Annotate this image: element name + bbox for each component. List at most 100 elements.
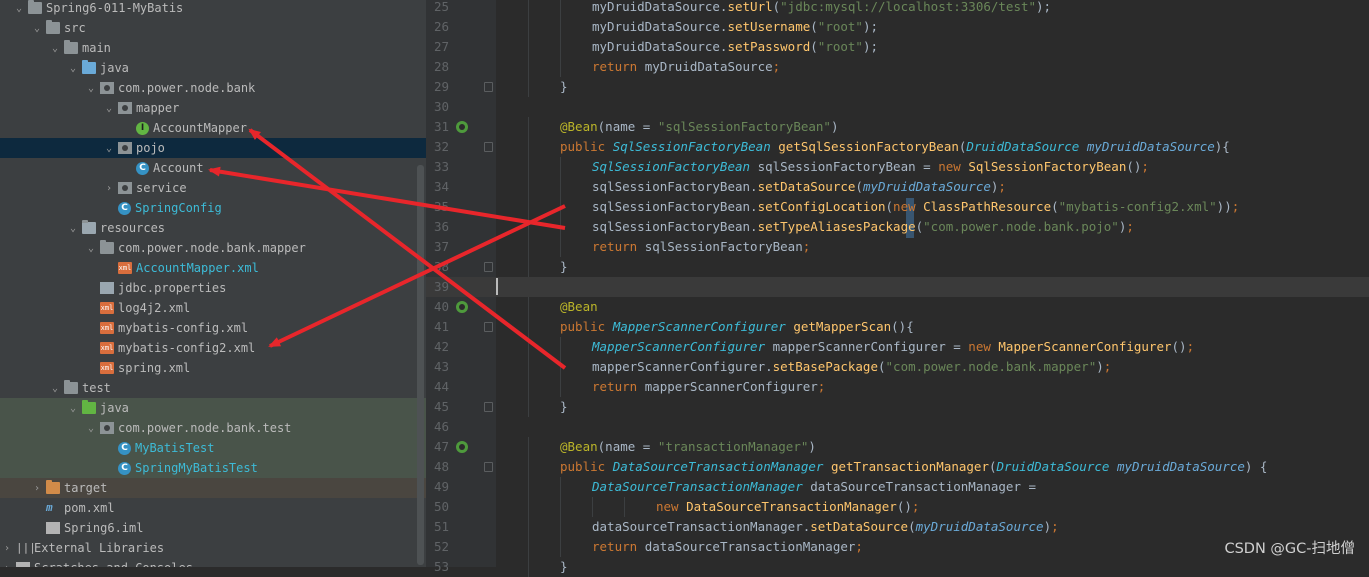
code-line[interactable]: 50 new DataSourceTransactionManager(); bbox=[426, 497, 1369, 517]
code-editor[interactable]: 25 myDruidDataSource.setUrl("jdbc:mysql:/… bbox=[426, 0, 1369, 577]
code-line[interactable]: 34 sqlSessionFactoryBean.setDataSource(my… bbox=[426, 177, 1369, 197]
chevron-icon[interactable]: ⌄ bbox=[84, 83, 98, 94]
spring-bean-icon[interactable] bbox=[456, 121, 468, 133]
fold-marker-icon[interactable] bbox=[484, 462, 493, 472]
code-line[interactable]: 31 @Bean(name = "sqlSessionFactoryBean") bbox=[426, 117, 1369, 137]
tree-item-label: Account bbox=[153, 161, 204, 175]
tree-item[interactable]: ⌄ main bbox=[0, 38, 426, 58]
code-text: } bbox=[560, 397, 568, 417]
code-line[interactable]: 37 return sqlSessionFactoryBean; bbox=[426, 237, 1369, 257]
code-token: } bbox=[560, 259, 568, 274]
tree-item[interactable]: ⌄ resources bbox=[0, 218, 426, 238]
chevron-icon[interactable]: ⌄ bbox=[48, 383, 62, 394]
code-text: } bbox=[560, 77, 568, 97]
tree-item[interactable]: ⌄ com.power.node.bank.mapper bbox=[0, 238, 426, 258]
tree-item[interactable]: ⌄ java bbox=[0, 58, 426, 78]
tree-item[interactable]: ⌄ Spring6-011-MyBatis bbox=[0, 0, 426, 18]
tree-item[interactable]: ⌄ com.power.node.bank.test bbox=[0, 418, 426, 438]
code-line[interactable]: 42 MapperScannerConfigurer mapperScannerC… bbox=[426, 337, 1369, 357]
tree-item[interactable]: › ||| External Libraries bbox=[0, 538, 426, 558]
code-line[interactable]: 26 myDruidDataSource.setUsername("root"); bbox=[426, 17, 1369, 37]
fold-marker-icon[interactable] bbox=[484, 322, 493, 332]
code-line[interactable]: 41 public MapperScannerConfigurer getMapp… bbox=[426, 317, 1369, 337]
tree-item[interactable]: xml AccountMapper.xml bbox=[0, 258, 426, 278]
chevron-icon[interactable]: ⌄ bbox=[102, 103, 116, 114]
code-line[interactable]: 30 bbox=[426, 97, 1369, 117]
tree-item[interactable]: ⌄ com.power.node.bank bbox=[0, 78, 426, 98]
fold-marker-icon[interactable] bbox=[484, 142, 493, 152]
fold-marker-icon[interactable] bbox=[484, 402, 493, 412]
tree-item[interactable]: ⌄ pojo bbox=[0, 138, 426, 158]
indent-guide bbox=[528, 37, 529, 57]
tree-item[interactable]: I AccountMapper bbox=[0, 118, 426, 138]
code-line[interactable]: 43 mapperScannerConfigurer.setBasePackage… bbox=[426, 357, 1369, 377]
code-line[interactable]: 39 bbox=[426, 277, 1369, 297]
tree-item[interactable]: C SpringMyBatisTest bbox=[0, 458, 426, 478]
code-line[interactable]: 28 return myDruidDataSource; bbox=[426, 57, 1369, 77]
tree-item[interactable]: jdbc.properties bbox=[0, 278, 426, 298]
code-text: myDruidDataSource.setUsername("root"); bbox=[592, 17, 878, 37]
code-token: public bbox=[560, 319, 613, 334]
code-line[interactable]: 40 @Bean bbox=[426, 297, 1369, 317]
code-line[interactable]: 47 @Bean(name = "transactionManager") bbox=[426, 437, 1369, 457]
code-line[interactable]: 44 return mapperScannerConfigurer; bbox=[426, 377, 1369, 397]
tree-item[interactable]: › target bbox=[0, 478, 426, 498]
chevron-icon[interactable]: ⌄ bbox=[12, 3, 26, 14]
spring-bean-icon[interactable] bbox=[456, 301, 468, 313]
chevron-icon[interactable]: ⌄ bbox=[102, 143, 116, 154]
code-line[interactable]: 53} bbox=[426, 557, 1369, 577]
tree-item[interactable]: xml mybatis-config.xml bbox=[0, 318, 426, 338]
chevron-icon[interactable]: › bbox=[30, 483, 44, 494]
code-line[interactable]: 46 bbox=[426, 417, 1369, 437]
code-line[interactable]: 27 myDruidDataSource.setPassword("root"); bbox=[426, 37, 1369, 57]
chevron-icon[interactable]: ⌄ bbox=[48, 43, 62, 54]
line-number: 46 bbox=[433, 419, 449, 434]
tree-item[interactable]: m pom.xml bbox=[0, 498, 426, 518]
code-line[interactable]: 35 sqlSessionFactoryBean.setConfigLocatio… bbox=[426, 197, 1369, 217]
code-line[interactable]: 32 public SqlSessionFactoryBean getSqlSes… bbox=[426, 137, 1369, 157]
code-token: (name = bbox=[597, 439, 658, 454]
tree-item[interactable]: ⌄ test bbox=[0, 378, 426, 398]
tree-scrollbar[interactable] bbox=[417, 165, 424, 565]
code-text: return myDruidDataSource; bbox=[592, 57, 780, 77]
code-line[interactable]: 36 sqlSessionFactoryBean.setTypeAliasesPa… bbox=[426, 217, 1369, 237]
chevron-icon[interactable]: ⌄ bbox=[30, 23, 44, 34]
code-line[interactable]: 48 public DataSourceTransactionManager ge… bbox=[426, 457, 1369, 477]
tree-item[interactable]: xml log4j2.xml bbox=[0, 298, 426, 318]
code-line[interactable]: 33 SqlSessionFactoryBean sqlSessionFactor… bbox=[426, 157, 1369, 177]
chevron-icon[interactable]: ⌄ bbox=[66, 63, 80, 74]
tree-item[interactable]: ⌄ src bbox=[0, 18, 426, 38]
tree-item[interactable]: C SpringConfig bbox=[0, 198, 426, 218]
spring-bean-icon[interactable] bbox=[456, 441, 468, 453]
chevron-icon[interactable]: › bbox=[102, 183, 116, 194]
chevron-icon[interactable]: › bbox=[0, 543, 14, 554]
tree-item[interactable]: › Scratches and Consoles bbox=[0, 558, 426, 567]
code-line[interactable]: 38} bbox=[426, 257, 1369, 277]
tree-item[interactable]: ⌄ java bbox=[0, 398, 426, 418]
tree-item[interactable]: Spring6.iml bbox=[0, 518, 426, 538]
tree-item[interactable]: › service bbox=[0, 178, 426, 198]
indent-guide bbox=[528, 497, 529, 517]
chevron-icon[interactable]: ⌄ bbox=[66, 403, 80, 414]
tree-item[interactable]: ⌄ mapper bbox=[0, 98, 426, 118]
chevron-icon[interactable]: ⌄ bbox=[84, 243, 98, 254]
source-folder-icon bbox=[82, 60, 96, 74]
code-token: myDruidDataSource. bbox=[592, 19, 728, 34]
tree-item[interactable]: C MyBatisTest bbox=[0, 438, 426, 458]
code-token: ( bbox=[855, 179, 863, 194]
code-token: DataSourceTransactionManager bbox=[592, 479, 811, 494]
tree-item[interactable]: C Account bbox=[0, 158, 426, 178]
fold-marker-icon[interactable] bbox=[484, 262, 493, 272]
chevron-icon[interactable]: › bbox=[0, 563, 14, 568]
code-line[interactable]: 29} bbox=[426, 77, 1369, 97]
code-text: @Bean bbox=[560, 297, 598, 317]
code-line[interactable]: 51 dataSourceTransactionManager.setDataSo… bbox=[426, 517, 1369, 537]
chevron-icon[interactable]: ⌄ bbox=[84, 423, 98, 434]
tree-item[interactable]: xml spring.xml bbox=[0, 358, 426, 378]
fold-marker-icon[interactable] bbox=[484, 82, 493, 92]
code-line[interactable]: 45} bbox=[426, 397, 1369, 417]
chevron-icon[interactable]: ⌄ bbox=[66, 223, 80, 234]
code-line[interactable]: 25 myDruidDataSource.setUrl("jdbc:mysql:/… bbox=[426, 0, 1369, 17]
code-line[interactable]: 49 DataSourceTransactionManager dataSourc… bbox=[426, 477, 1369, 497]
tree-item[interactable]: xml mybatis-config2.xml bbox=[0, 338, 426, 358]
